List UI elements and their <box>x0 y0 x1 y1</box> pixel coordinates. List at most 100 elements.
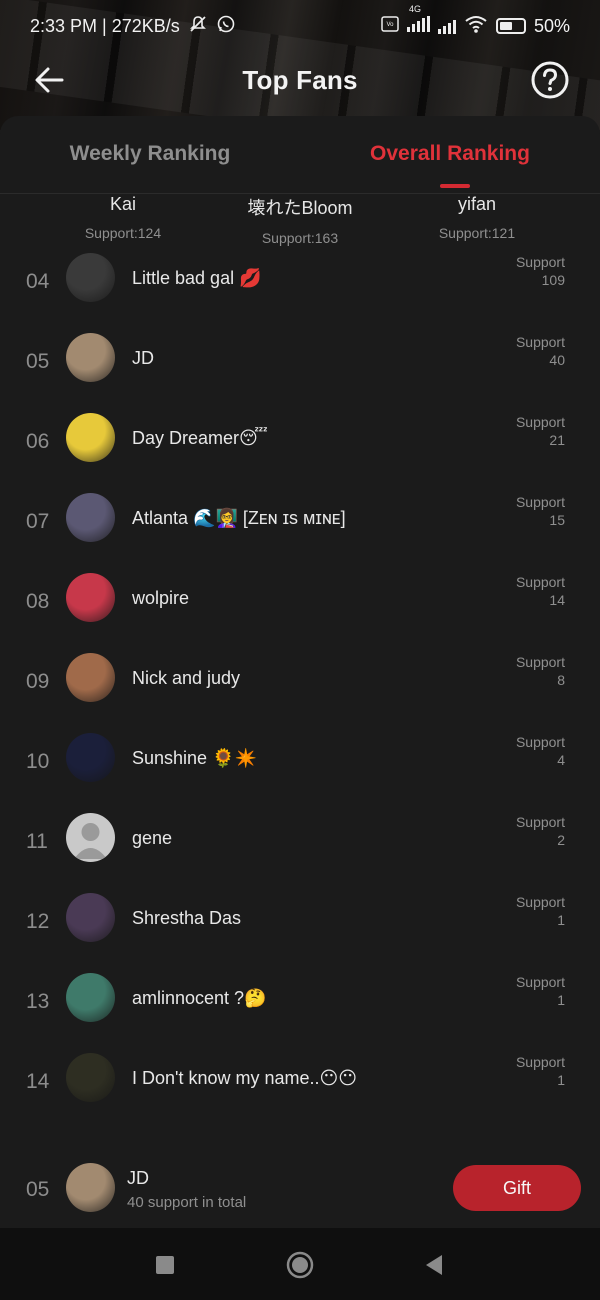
support-label: Support <box>515 494 565 510</box>
support-count: Support 2 <box>516 813 565 849</box>
user-name: Day Dreamer😴 <box>132 428 268 448</box>
user-name: amlinnocent ?🤔 <box>132 988 267 1008</box>
rank-number: 04 <box>26 270 50 293</box>
volte-icon: Vo <box>381 15 399 38</box>
user-name: Nick and judy <box>132 668 241 688</box>
user-avatar[interactable] <box>66 1053 115 1102</box>
user-avatar[interactable] <box>66 573 115 622</box>
mute-icon <box>188 14 208 39</box>
user-avatar[interactable] <box>66 893 115 942</box>
rank-number: 09 <box>26 670 50 693</box>
help-button[interactable] <box>530 60 570 100</box>
recent-apps-button[interactable] <box>150 1250 180 1280</box>
nav-bar: Top Fans <box>0 52 600 108</box>
ranking-row[interactable]: 13 amlinnocent ?🤔 Support 1 <box>0 962 600 1042</box>
user-avatar[interactable] <box>66 733 115 782</box>
user-avatar[interactable] <box>66 973 115 1022</box>
support-count: Support 21 <box>516 413 565 449</box>
back-button[interactable] <box>30 60 70 100</box>
ranking-row[interactable]: 12 Shrestha Das Support 1 <box>0 882 600 962</box>
rank-number: 13 <box>26 990 50 1013</box>
support-count: Support 40 <box>516 333 565 369</box>
podium-support: Support:121 <box>438 225 516 241</box>
my-name: JD <box>127 1168 149 1188</box>
podium-name: 壊れたBloom <box>247 198 353 218</box>
home-button[interactable] <box>285 1250 315 1280</box>
home-circle-icon <box>286 1251 314 1279</box>
user-avatar[interactable] <box>66 653 115 702</box>
user-avatar[interactable] <box>66 813 115 862</box>
tab-overall-ranking[interactable]: Overall Ranking <box>300 116 600 193</box>
support-value: 15 <box>549 512 565 528</box>
svg-text:Vo: Vo <box>386 22 394 28</box>
support-label: Support <box>515 574 565 590</box>
user-name: gene <box>132 828 173 848</box>
back-nav-button[interactable] <box>420 1250 450 1280</box>
user-name: I Don't know my name..😶😶 <box>132 1068 358 1088</box>
support-label: Support <box>515 1054 565 1070</box>
tab-weekly-ranking[interactable]: Weekly Ranking <box>0 116 300 193</box>
support-value: 109 <box>541 272 565 288</box>
support-label: Support <box>515 894 565 910</box>
rank-number: 14 <box>26 1070 50 1093</box>
ranking-row[interactable]: 14 I Don't know my name..😶😶 Support 1 <box>0 1042 600 1122</box>
user-name: wolpire <box>132 588 190 608</box>
ranking-row[interactable]: 06 Day Dreamer😴 Support 21 <box>0 402 600 482</box>
podium-item-second[interactable]: Kai Support:124 <box>23 194 223 241</box>
gift-button[interactable]: Gift <box>453 1165 581 1211</box>
podium-item-first[interactable]: 壊れたBloom Support:163 <box>200 194 400 246</box>
podium-support: Support:124 <box>84 225 162 241</box>
ranking-row[interactable]: 04 Little bad gal 💋 Support 109 <box>0 242 600 322</box>
network-type-label: 4G <box>408 3 421 14</box>
my-avatar[interactable] <box>66 1163 115 1212</box>
ranking-list: 04 Little bad gal 💋 Support 109 05 JD Support 4… <box>0 242 600 1122</box>
ranking-row[interactable]: 10 Sunshine 🌻✴️ Support 4 <box>0 722 600 802</box>
signal-strength-icon-1 <box>406 15 430 32</box>
my-support-total: 40 support in total <box>127 1194 247 1211</box>
support-value: 14 <box>549 592 565 608</box>
active-tab-indicator <box>440 184 470 188</box>
podium-item-third[interactable]: yifan Support:121 <box>377 194 577 241</box>
ranking-row[interactable]: 09 Nick and judy Support 8 <box>0 642 600 722</box>
system-nav-bar <box>0 1228 600 1300</box>
back-triangle-icon <box>426 1255 442 1275</box>
rank-number: 12 <box>26 910 50 933</box>
ranking-row[interactable]: 11 gene Support 2 <box>0 802 600 882</box>
user-name: Little bad gal 💋 <box>132 268 262 288</box>
support-label: Support <box>515 414 565 430</box>
support-count: Support 1 <box>516 973 565 1009</box>
user-name: JD <box>132 348 154 368</box>
user-avatar[interactable] <box>66 493 115 542</box>
ranking-row[interactable]: 07 Atlanta 🌊👩‍🏫 [Zᴇɴ ɪs ᴍɪɴᴇ] Support 15 <box>0 482 600 562</box>
support-value: 40 <box>549 352 565 368</box>
whatsapp-icon <box>216 14 236 39</box>
support-label: Support <box>515 974 565 990</box>
ranking-row[interactable]: 05 JD Support 40 <box>0 322 600 402</box>
battery-icon <box>495 18 526 34</box>
user-name: Sunshine 🌻✴️ <box>132 748 257 768</box>
header: 2:33 PM | 272KB/s Vo 4G 50% Top Fans <box>0 0 600 130</box>
support-value: 2 <box>557 832 565 848</box>
user-avatar[interactable] <box>66 253 115 302</box>
support-value: 1 <box>557 992 565 1008</box>
support-count: Support 15 <box>516 493 565 529</box>
support-label: Support <box>515 734 565 750</box>
my-rank-number: 05 <box>26 1178 50 1201</box>
rank-number: 11 <box>26 830 48 853</box>
user-avatar[interactable] <box>66 413 115 462</box>
ranking-row[interactable]: 08 wolpire Support 14 <box>0 562 600 642</box>
support-value: 21 <box>549 432 565 448</box>
back-arrow-icon <box>35 67 64 93</box>
support-value: 4 <box>557 752 565 768</box>
battery-percent: 50% <box>533 15 570 36</box>
podium-name: Kai <box>109 194 136 214</box>
rank-number: 06 <box>26 430 50 453</box>
help-circle-icon <box>531 61 569 99</box>
status-time-speed: 2:33 PM | 272KB/s <box>30 15 180 36</box>
rank-number: 07 <box>26 510 50 533</box>
user-name: Atlanta 🌊👩‍🏫 [Zᴇɴ ɪs ᴍɪɴᴇ] <box>132 508 346 528</box>
rank-number: 05 <box>26 350 50 373</box>
support-value: 1 <box>557 1072 565 1088</box>
ranking-panel: Weekly Ranking Overall Ranking Kai Suppo… <box>0 116 600 1228</box>
user-avatar[interactable] <box>66 333 115 382</box>
